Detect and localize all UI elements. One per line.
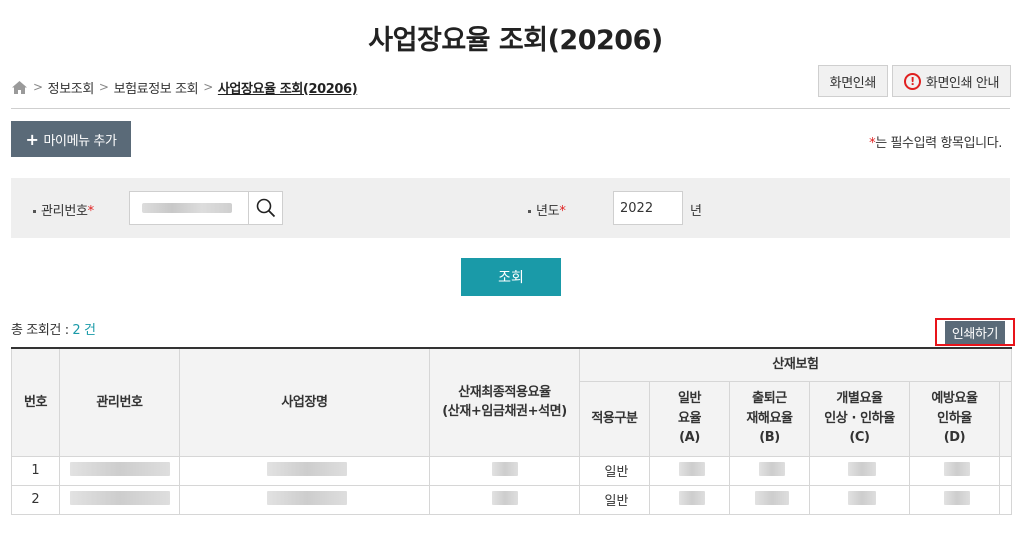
cell-overflow (999, 455, 1012, 486)
total-count: 총 조회건 : 2 건 (11, 323, 96, 338)
query-button[interactable]: 조회 (461, 258, 561, 296)
breadcrumb-item-current[interactable]: 사업장요율 조회(20206) (218, 78, 358, 97)
breadcrumb-item-info[interactable]: 정보조회 (48, 78, 95, 97)
cell-final-rate (429, 484, 580, 515)
col-header-final-rate: 산재최종적용요율 (산재+임금채권+석면) (429, 347, 580, 457)
breadcrumb-item-premium[interactable]: 보험료정보 조회 (114, 78, 199, 97)
cell-prevent-rate (909, 484, 1000, 515)
col-header-overflow (999, 380, 1012, 457)
mgmt-no-input[interactable] (130, 192, 248, 224)
mgmt-no-label: 관리번호* (33, 200, 94, 219)
cell-general-rate (649, 455, 730, 486)
cell-individual-rate (809, 484, 910, 515)
cell-commute-rate (729, 484, 810, 515)
table-row[interactable]: 1 일반 (11, 455, 1012, 486)
col-header-prevent-rate: 예방요율 인하율 (D) (909, 380, 1000, 457)
print-guide-label: 화면인쇄 안내 (925, 75, 999, 91)
divider (11, 108, 1010, 109)
cell-no: 2 (11, 484, 60, 515)
search-button[interactable] (248, 192, 282, 224)
col-header-group: 산재보험 (579, 347, 1012, 382)
cell-biz-name (179, 455, 430, 486)
year-unit: 년 (690, 204, 702, 219)
cell-individual-rate (809, 455, 910, 486)
cell-mgmt-no (59, 455, 180, 486)
add-mymenu-button[interactable]: + 마이메뉴 추가 (11, 121, 131, 157)
cell-overflow (999, 484, 1012, 515)
total-count-value: 2 건 (72, 323, 96, 338)
print-guide-button[interactable]: ! 화면인쇄 안내 (891, 65, 1011, 97)
print-button-highlight: 인쇄하기 (935, 318, 1015, 346)
col-header-apply-type: 적용구분 (579, 380, 650, 457)
col-header-general-rate: 일반 요율 (A) (649, 380, 730, 457)
print-button[interactable]: 인쇄하기 (944, 320, 1006, 344)
cell-commute-rate (729, 455, 810, 486)
mgmt-no-field (129, 191, 283, 225)
cell-apply-type: 일반 (579, 455, 650, 486)
print-screen-label: 화면인쇄 (829, 75, 877, 91)
cell-mgmt-no (59, 484, 180, 515)
chevron-right-icon: > (98, 80, 109, 94)
masked-value (142, 203, 232, 213)
add-mymenu-label: 마이메뉴 추가 (43, 133, 117, 149)
table-row[interactable]: 2 일반 (11, 484, 1012, 515)
page-title: 사업장요율 조회(20206) (368, 25, 663, 56)
col-header-biz-name: 사업장명 (179, 347, 430, 457)
required-note: *는 필수입력 항목입니다. (869, 132, 1002, 151)
col-header-mgmt-no: 관리번호 (59, 347, 180, 457)
required-note-text: 는 필수입력 항목입니다. (875, 136, 1002, 151)
search-panel: 관리번호* 년도* 년 (11, 178, 1010, 238)
col-header-no: 번호 (11, 347, 60, 457)
rate-table: 번호 관리번호 사업장명 산재최종적용요율 (산재+임금채권+석면) 산재보험 … (11, 347, 1012, 515)
cell-apply-type: 일반 (579, 484, 650, 515)
cell-general-rate (649, 484, 730, 515)
plus-icon: + (25, 129, 39, 149)
cell-prevent-rate (909, 455, 1000, 486)
chevron-right-icon: > (33, 80, 43, 94)
cell-final-rate (429, 455, 580, 486)
col-header-individual-rate: 개별요율 인상 · 인하율 (C) (809, 380, 910, 457)
year-label: 년도* (528, 200, 566, 219)
cell-no: 1 (11, 455, 60, 486)
home-icon[interactable] (11, 80, 28, 95)
print-screen-button[interactable]: 화면인쇄 (817, 65, 888, 97)
col-header-commute-rate: 출퇴근 재해요율 (B) (729, 380, 810, 457)
top-buttons: 화면인쇄 ! 화면인쇄 안내 (817, 65, 1011, 97)
breadcrumb: > 정보조회 > 보험료정보 조회 > 사업장요율 조회(20206) (11, 77, 358, 97)
cell-biz-name (179, 484, 430, 515)
year-input[interactable] (613, 191, 683, 225)
alert-icon: ! (903, 72, 921, 90)
search-icon (256, 198, 275, 218)
chevron-right-icon: > (203, 80, 213, 94)
